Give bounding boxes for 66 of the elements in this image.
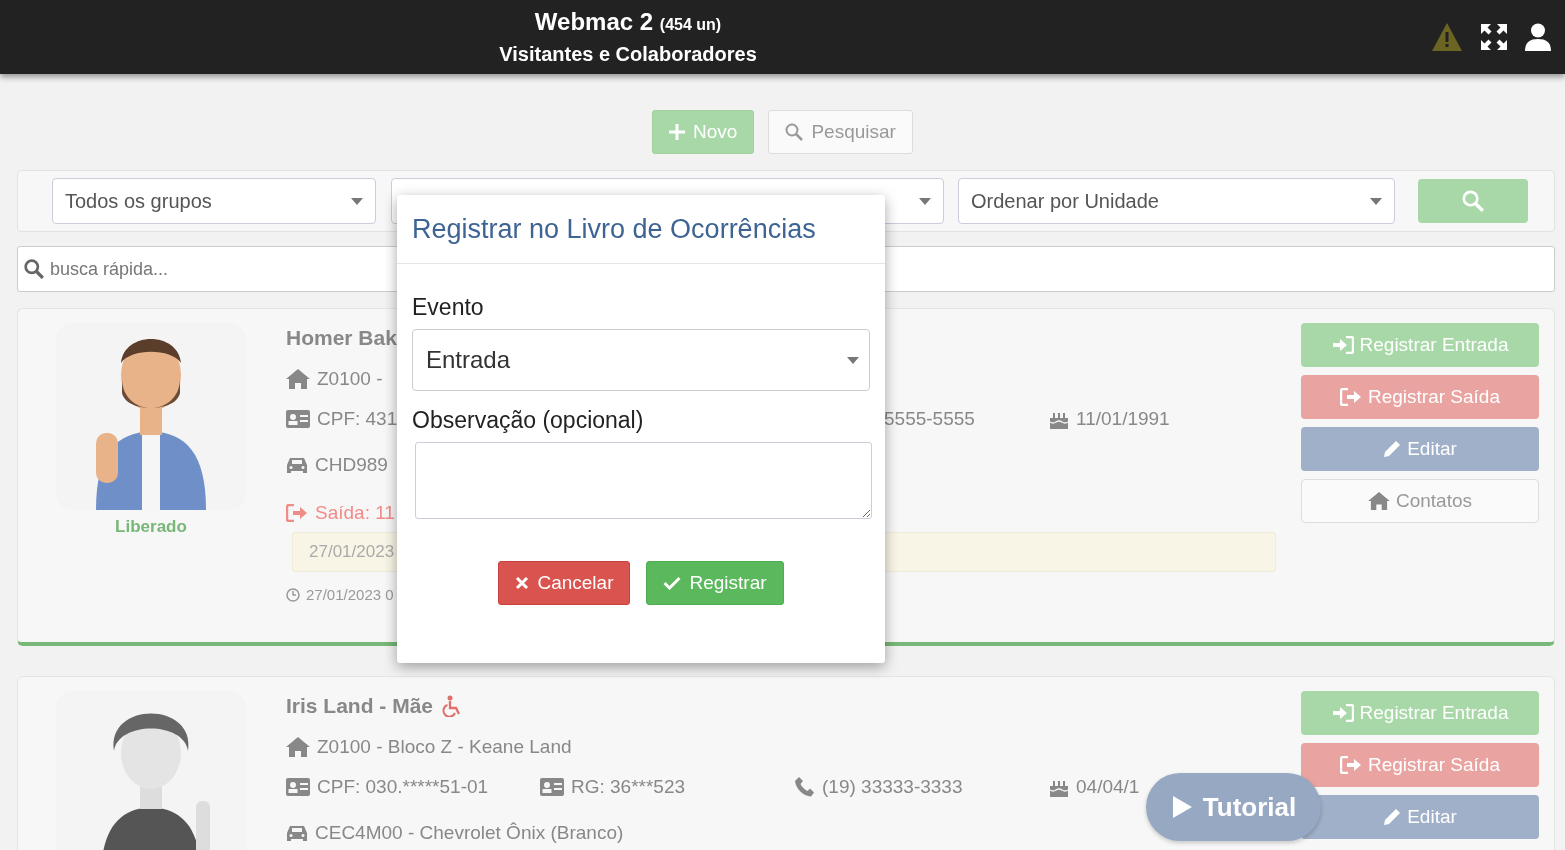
status-label: Liberado xyxy=(115,517,187,537)
cpf-text: CPF: 431 xyxy=(317,408,398,430)
cancel-button[interactable]: Cancelar xyxy=(498,561,631,605)
event-select[interactable]: Entrada xyxy=(412,329,870,391)
sign-out-icon xyxy=(1340,756,1362,774)
car-icon xyxy=(286,824,308,842)
pencil-icon xyxy=(1383,808,1402,826)
phone-text: (19) 33333-3333 xyxy=(822,776,963,798)
group-select[interactable]: Todos os grupos xyxy=(52,178,376,224)
birthday-text: 04/04/1 xyxy=(1076,776,1140,798)
person-name: Homer Bak xyxy=(286,326,397,350)
id-card-icon xyxy=(540,778,564,796)
search-icon xyxy=(1462,190,1484,212)
expand-icon[interactable] xyxy=(1481,24,1507,50)
filter-search-button[interactable] xyxy=(1418,179,1528,223)
edit-button[interactable]: Editar xyxy=(1301,427,1539,471)
cpf-text: CPF: 030.*****51-01 xyxy=(317,776,489,798)
contacts-button[interactable]: Contatos xyxy=(1301,479,1539,523)
note-date: 27/01/2023 xyxy=(309,542,395,562)
phone-text: 5555-5555 xyxy=(884,408,975,430)
close-icon xyxy=(515,576,530,590)
modal-title: Registrar no Livro de Ocorrências xyxy=(412,213,816,245)
person-name: Iris Land - Mãe xyxy=(286,694,434,718)
vehicle-text: CHD989 xyxy=(315,454,388,476)
search-icon xyxy=(785,123,804,141)
house-icon xyxy=(286,369,310,389)
note-textarea[interactable] xyxy=(415,442,872,519)
event-label: Evento xyxy=(412,294,485,321)
register-button[interactable]: Registrar xyxy=(646,561,784,605)
clock-icon xyxy=(286,587,300,602)
vehicle-text: CEC4M00 - Chevrolet Ônix (Branco) xyxy=(315,822,624,844)
tutorial-button[interactable]: Tutorial xyxy=(1146,773,1321,841)
timestamp-text: 27/01/2023 0 xyxy=(306,586,394,603)
house-icon xyxy=(1367,492,1390,510)
unit-count: (454 un) xyxy=(659,15,722,33)
check-icon xyxy=(663,576,682,590)
register-entry-button[interactable]: Registrar Entrada xyxy=(1301,691,1539,735)
register-exit-button[interactable]: Registrar Saída xyxy=(1301,375,1539,419)
register-entry-button[interactable]: Registrar Entrada xyxy=(1301,323,1539,367)
play-icon xyxy=(1170,795,1193,819)
page-subtitle: Visitantes e Colaboradores xyxy=(498,41,758,67)
app-title: Webmac 2 xyxy=(534,7,654,35)
plus-icon xyxy=(669,124,686,140)
id-card-icon xyxy=(286,410,310,428)
register-exit-button[interactable]: Registrar Saída xyxy=(1301,743,1539,787)
exit-time: Saída: 11 xyxy=(315,502,395,524)
car-icon xyxy=(286,456,308,474)
address-text: Z0100 - Bloco Z - Keane Land xyxy=(317,736,572,758)
new-button[interactable]: Novo xyxy=(652,110,755,154)
edit-button[interactable]: Editar xyxy=(1301,795,1539,839)
birthday-text: 11/01/1991 xyxy=(1076,408,1170,430)
warning-icon[interactable] xyxy=(1431,22,1463,52)
exit-icon xyxy=(286,504,308,522)
pencil-icon xyxy=(1383,440,1402,458)
sign-in-icon xyxy=(1331,336,1354,354)
address-text: Z0100 - xyxy=(317,368,383,390)
search-icon xyxy=(24,259,44,279)
id-card-icon xyxy=(286,778,310,796)
sign-out-icon xyxy=(1340,388,1362,406)
house-icon xyxy=(286,737,310,757)
sign-in-icon xyxy=(1331,704,1354,722)
order-select[interactable]: Ordenar por Unidade xyxy=(958,178,1395,224)
rg-text: RG: 36***523 xyxy=(571,776,686,798)
note-label: Observação (opcional) xyxy=(412,407,645,434)
user-icon[interactable] xyxy=(1525,23,1551,51)
search-button[interactable]: Pesquisar xyxy=(768,110,913,154)
